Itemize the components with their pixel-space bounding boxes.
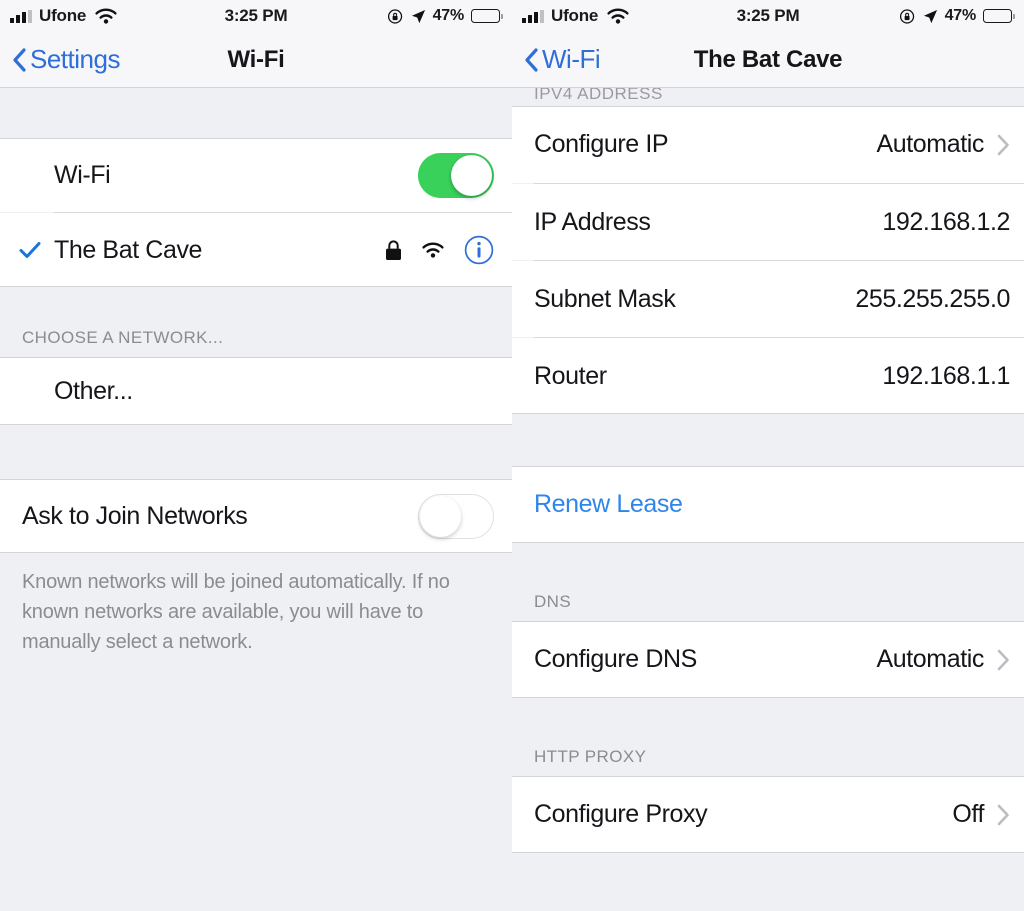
signal-bars-icon — [522, 9, 544, 23]
back-button-wifi[interactable]: Wi-Fi — [512, 44, 601, 75]
wifi-toggle-switch[interactable] — [418, 152, 494, 198]
battery-percent-label: 47% — [944, 7, 977, 24]
clock-label: 3:25 PM — [736, 6, 800, 25]
status-bar-left: Ufone 3:25 PM 47% — [0, 0, 512, 32]
configure-dns-row[interactable]: Configure DNS Automatic — [512, 621, 1024, 698]
wifi-signal-icon — [422, 242, 444, 258]
section-gap — [512, 698, 1024, 740]
http-proxy-header: HTTP PROXY — [534, 747, 647, 766]
router-row: Router 192.168.1.1 — [512, 338, 1024, 414]
wifi-status-icon — [95, 8, 117, 24]
back-button-settings[interactable]: Settings — [0, 44, 120, 75]
status-bar-right-group: 47% — [899, 7, 1015, 25]
ask-to-join-footer-note: Known networks will be joined automatica… — [22, 571, 450, 653]
configure-proxy-value: Off — [952, 800, 984, 828]
renew-lease-label: Renew Lease — [534, 490, 683, 518]
ipv4-address-header: IPV4 ADDRESS — [512, 88, 1024, 106]
ip-address-row: IP Address 192.168.1.2 — [512, 184, 1024, 260]
ask-to-join-label: Ask to Join Networks — [22, 501, 248, 530]
battery-icon — [471, 9, 503, 23]
back-button-label: Settings — [30, 44, 120, 74]
section-gap — [0, 88, 512, 138]
subnet-mask-label: Subnet Mask — [534, 284, 676, 313]
network-detail-panel: Ufone 3:25 PM 47% Wi-Fi The Bat Cave IPV… — [512, 0, 1024, 911]
status-bar-left-group: Ufone — [522, 6, 631, 26]
ipv4-address-header-label: IPV4 ADDRESS — [534, 88, 663, 103]
battery-icon — [983, 9, 1015, 23]
section-gap — [512, 414, 1024, 466]
nav-bar-right: Wi-Fi The Bat Cave — [512, 32, 1024, 88]
configure-proxy-label: Configure Proxy — [534, 800, 708, 828]
ip-address-label: IP Address — [534, 207, 651, 236]
dual-screenshot-comparison: Ufone 3:25 PM 47% Settings Wi-Fi Wi-Fi T… — [0, 0, 1024, 911]
network-other-label: Other... — [54, 376, 133, 405]
battery-percent-label: 47% — [432, 7, 465, 24]
signal-bars-icon — [10, 9, 32, 23]
network-row-icons — [385, 235, 494, 265]
subnet-mask-row: Subnet Mask 255.255.255.0 — [512, 261, 1024, 337]
lock-icon — [386, 239, 401, 260]
chevron-left-icon — [13, 47, 26, 72]
ip-address-value: 192.168.1.2 — [882, 207, 1010, 236]
chevron-right-icon — [997, 649, 1009, 670]
wifi-toggle-row[interactable]: Wi-Fi — [0, 138, 512, 212]
renew-lease-row[interactable]: Renew Lease — [512, 466, 1024, 543]
wifi-status-icon — [607, 8, 629, 24]
wifi-toggle-label: Wi-Fi — [54, 160, 111, 189]
nav-bar-left: Settings Wi-Fi — [0, 32, 512, 88]
back-button-label: Wi-Fi — [542, 44, 601, 74]
rotation-lock-icon — [899, 8, 914, 24]
configure-ip-row[interactable]: Configure IP Automatic — [512, 106, 1024, 183]
dns-header: DNS — [534, 592, 572, 611]
section-gap — [0, 425, 512, 479]
router-label: Router — [534, 361, 607, 390]
configure-ip-value-wrap: Automatic — [876, 130, 1010, 159]
section-gap — [512, 853, 1024, 911]
chevron-right-icon — [997, 134, 1009, 155]
configure-dns-value-wrap: Automatic — [876, 645, 1010, 674]
wifi-settings-panel: Ufone 3:25 PM 47% Settings Wi-Fi Wi-Fi T… — [0, 0, 512, 911]
carrier-label: Ufone — [551, 6, 599, 25]
chevron-left-icon — [525, 47, 538, 72]
ask-to-join-networks-row[interactable]: Ask to Join Networks — [0, 479, 512, 553]
checkmark-icon — [19, 242, 41, 258]
status-bar-right-group: 47% — [387, 7, 503, 25]
carrier-label: Ufone — [39, 6, 87, 25]
ask-to-join-toggle-switch[interactable] — [418, 493, 494, 539]
status-bar-right: Ufone 3:25 PM 47% — [512, 0, 1024, 32]
status-bar-left-group: Ufone — [10, 6, 119, 26]
section-gap — [0, 287, 512, 323]
rotation-lock-icon — [387, 8, 402, 24]
network-name-label: The Bat Cave — [54, 235, 203, 264]
configure-ip-value: Automatic — [876, 130, 984, 158]
choose-network-header: CHOOSE A NETWORK... — [22, 328, 224, 347]
clock-label: 3:25 PM — [224, 6, 288, 25]
network-row-other[interactable]: Other... — [0, 357, 512, 425]
location-arrow-icon — [411, 9, 425, 23]
chevron-right-icon — [997, 804, 1009, 825]
subnet-mask-value: 255.255.255.0 — [855, 284, 1010, 313]
configure-proxy-row[interactable]: Configure Proxy Off — [512, 776, 1024, 853]
configure-dns-value: Automatic — [876, 645, 984, 673]
section-gap — [512, 543, 1024, 585]
configure-proxy-value-wrap: Off — [952, 800, 1010, 829]
configure-ip-label: Configure IP — [534, 130, 669, 158]
location-arrow-icon — [923, 9, 937, 23]
info-icon[interactable] — [464, 235, 494, 265]
network-row-the-bat-cave[interactable]: The Bat Cave — [0, 213, 512, 287]
router-value: 192.168.1.1 — [882, 361, 1010, 390]
configure-dns-label: Configure DNS — [534, 645, 697, 673]
